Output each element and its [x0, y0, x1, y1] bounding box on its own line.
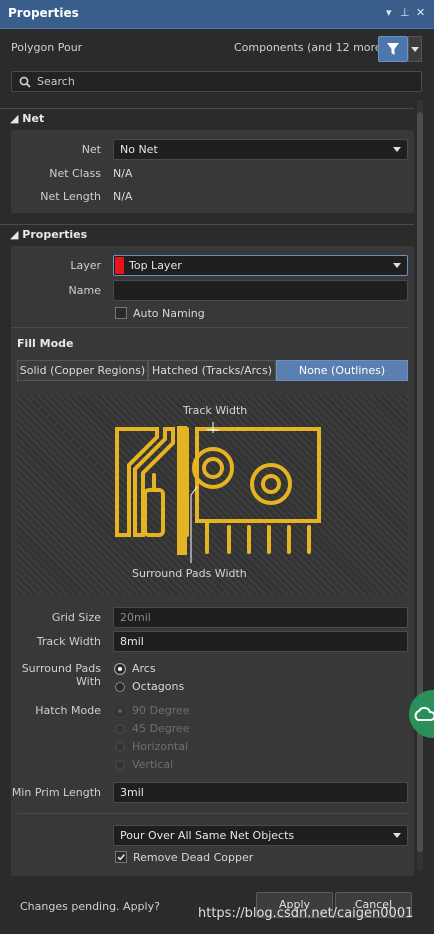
layer-color-swatch — [115, 257, 124, 274]
properties-section-title: Properties — [22, 228, 88, 241]
scrollbar-thumb[interactable] — [417, 112, 423, 852]
hatch-vertical-radio[interactable] — [115, 760, 125, 770]
hatch-45-radio[interactable] — [115, 724, 125, 734]
net-section-toggle[interactable]: ◢ Net — [10, 112, 44, 125]
hatch-horizontal-label: Horizontal — [132, 740, 189, 753]
filter-summary[interactable]: Components (and 12 more) — [234, 41, 386, 54]
hatch-horizontal-radio[interactable] — [115, 742, 125, 752]
search-input[interactable]: Search — [11, 71, 422, 92]
chevron-down-icon — [393, 263, 401, 268]
filter-dropdown-button[interactable] — [408, 36, 422, 62]
cloud-icon — [414, 706, 434, 721]
chevron-down-icon — [393, 833, 401, 838]
section-divider — [0, 224, 414, 225]
object-type-label: Polygon Pour — [11, 41, 83, 54]
surround-pads-label-line1: Surround Pads — [21, 662, 101, 675]
hatch-45-label: 45 Degree — [132, 722, 190, 735]
scrollbar-track[interactable] — [417, 100, 423, 870]
surround-octagons-radio[interactable] — [115, 682, 125, 692]
surround-octagons-label: Octagons — [132, 680, 185, 693]
min-prim-length-field[interactable]: 3mil — [113, 782, 408, 803]
net-length-value: N/A — [113, 190, 133, 203]
filter-icon — [387, 43, 399, 55]
name-label: Name — [68, 284, 101, 297]
section-divider — [17, 813, 408, 814]
fill-mode-title: Fill Mode — [17, 337, 74, 350]
grid-size-label: Grid Size — [51, 611, 101, 624]
auto-naming-checkbox[interactable] — [115, 307, 127, 319]
remove-dead-copper-checkbox[interactable] — [115, 851, 127, 863]
track-width-value: 8mil — [120, 635, 144, 648]
grid-size-value: 20mil — [120, 611, 151, 624]
net-select[interactable]: No Net — [113, 139, 408, 160]
hatch-90-label: 90 Degree — [132, 704, 190, 717]
checkmark-icon — [117, 854, 126, 861]
net-length-label: Net Length — [40, 190, 101, 203]
net-label: Net — [81, 143, 101, 156]
fill-mode-diagram: Track Width Surround Pads Width — [17, 395, 408, 595]
track-width-label: Track Width — [36, 635, 101, 648]
search-placeholder: Search — [37, 75, 75, 88]
surround-arcs-radio[interactable] — [115, 664, 125, 674]
surround-arcs-label: Arcs — [132, 662, 156, 675]
chevron-down-icon — [393, 147, 401, 152]
surround-pads-label-line2: With — [76, 675, 101, 688]
net-value: No Net — [120, 143, 158, 156]
min-prim-length-label: Min Prim Length — [11, 786, 101, 799]
layer-label: Layer — [70, 259, 101, 272]
section-divider — [11, 327, 408, 328]
auto-naming-label: Auto Naming — [133, 307, 205, 320]
fill-mode-none[interactable]: None (Outlines) — [276, 360, 408, 381]
section-divider — [0, 108, 414, 109]
net-section-title: Net — [22, 112, 45, 125]
min-prim-length-value: 3mil — [120, 786, 144, 799]
filter-button[interactable] — [378, 36, 408, 62]
grid-size-field[interactable]: 20mil — [113, 607, 408, 628]
hatch-90-radio[interactable] — [115, 706, 125, 716]
remove-dead-copper-label: Remove Dead Copper — [133, 851, 254, 864]
polygon-outline-diagram — [115, 422, 321, 563]
title-bar: Properties ▾ ⊥ ✕ — [0, 0, 434, 29]
watermark-url: https://blog.csdn.net/caigen0001 — [198, 906, 414, 921]
chevron-down-icon — [411, 47, 419, 52]
name-field[interactable] — [113, 280, 408, 301]
properties-section-toggle[interactable]: ◢ Properties — [10, 228, 87, 241]
layer-value: Top Layer — [129, 259, 182, 272]
pour-over-value: Pour Over All Same Net Objects — [120, 829, 295, 842]
fill-mode-hatched[interactable]: Hatched (Tracks/Arcs) — [148, 360, 276, 381]
net-class-label: Net Class — [49, 167, 101, 180]
search-icon — [19, 76, 31, 88]
track-width-field[interactable]: 8mil — [113, 631, 408, 652]
pour-over-select[interactable]: Pour Over All Same Net Objects — [113, 825, 408, 846]
dropdown-arrow-icon[interactable]: ▾ — [386, 6, 392, 19]
net-class-value: N/A — [113, 167, 133, 180]
layer-select[interactable]: Top Layer — [113, 255, 408, 276]
fill-mode-solid[interactable]: Solid (Copper Regions) — [17, 360, 148, 381]
hatch-mode-label: Hatch Mode — [35, 704, 101, 717]
hatch-vertical-label: Vertical — [132, 758, 174, 771]
changes-pending-text: Changes pending. Apply? — [20, 900, 160, 913]
window-title: Properties — [8, 6, 79, 20]
close-icon[interactable]: ✕ — [416, 6, 425, 19]
pin-icon[interactable]: ⊥ — [400, 6, 410, 19]
